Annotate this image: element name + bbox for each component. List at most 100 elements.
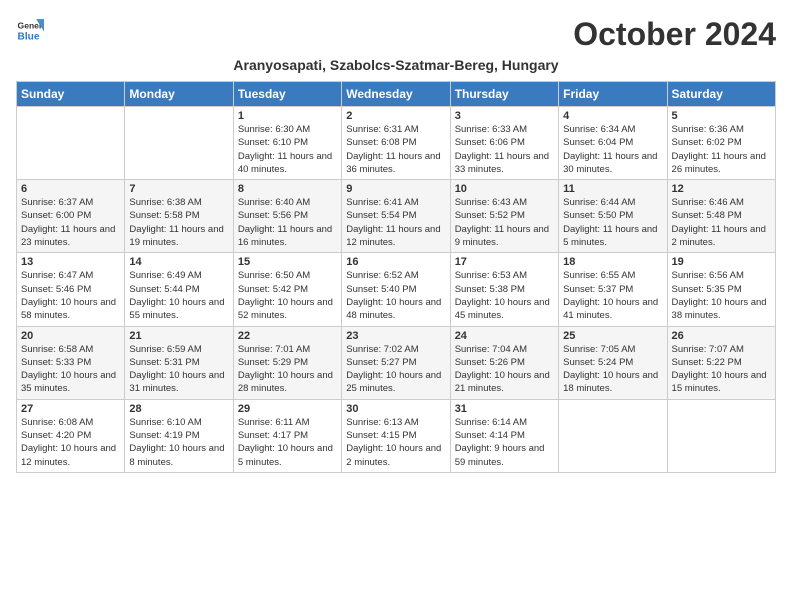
day-info: Sunrise: 7:01 AM Sunset: 5:29 PM Dayligh… — [238, 343, 337, 396]
weekday-header-sunday: Sunday — [17, 82, 125, 107]
day-number: 16 — [346, 256, 445, 268]
day-info: Sunrise: 6:47 AM Sunset: 5:46 PM Dayligh… — [21, 269, 120, 322]
day-info: Sunrise: 7:07 AM Sunset: 5:22 PM Dayligh… — [672, 343, 771, 396]
day-number: 1 — [238, 110, 337, 122]
day-info: Sunrise: 6:43 AM Sunset: 5:52 PM Dayligh… — [455, 196, 554, 249]
month-title: October 2024 — [573, 16, 776, 53]
weekday-header-friday: Friday — [559, 82, 667, 107]
day-info: Sunrise: 7:02 AM Sunset: 5:27 PM Dayligh… — [346, 343, 445, 396]
day-info: Sunrise: 6:33 AM Sunset: 6:06 PM Dayligh… — [455, 123, 554, 176]
day-info: Sunrise: 6:44 AM Sunset: 5:50 PM Dayligh… — [563, 196, 662, 249]
day-cell: 15Sunrise: 6:50 AM Sunset: 5:42 PM Dayli… — [233, 253, 341, 326]
day-number: 29 — [238, 403, 337, 415]
day-number: 26 — [672, 330, 771, 342]
week-row-4: 20Sunrise: 6:58 AM Sunset: 5:33 PM Dayli… — [17, 326, 776, 399]
day-number: 18 — [563, 256, 662, 268]
weekday-header-wednesday: Wednesday — [342, 82, 450, 107]
logo: General Blue — [16, 16, 44, 44]
day-cell: 14Sunrise: 6:49 AM Sunset: 5:44 PM Dayli… — [125, 253, 233, 326]
day-number: 4 — [563, 110, 662, 122]
day-number: 31 — [455, 403, 554, 415]
day-number: 30 — [346, 403, 445, 415]
day-info: Sunrise: 6:14 AM Sunset: 4:14 PM Dayligh… — [455, 416, 554, 469]
day-number: 6 — [21, 183, 120, 195]
week-row-5: 27Sunrise: 6:08 AM Sunset: 4:20 PM Dayli… — [17, 399, 776, 472]
calendar-table: SundayMondayTuesdayWednesdayThursdayFrid… — [16, 81, 776, 473]
day-info: Sunrise: 6:30 AM Sunset: 6:10 PM Dayligh… — [238, 123, 337, 176]
day-number: 27 — [21, 403, 120, 415]
weekday-header-saturday: Saturday — [667, 82, 775, 107]
day-cell: 21Sunrise: 6:59 AM Sunset: 5:31 PM Dayli… — [125, 326, 233, 399]
week-row-2: 6Sunrise: 6:37 AM Sunset: 6:00 PM Daylig… — [17, 180, 776, 253]
day-cell: 20Sunrise: 6:58 AM Sunset: 5:33 PM Dayli… — [17, 326, 125, 399]
day-cell: 10Sunrise: 6:43 AM Sunset: 5:52 PM Dayli… — [450, 180, 558, 253]
day-cell: 23Sunrise: 7:02 AM Sunset: 5:27 PM Dayli… — [342, 326, 450, 399]
day-cell: 13Sunrise: 6:47 AM Sunset: 5:46 PM Dayli… — [17, 253, 125, 326]
day-number: 19 — [672, 256, 771, 268]
day-number: 12 — [672, 183, 771, 195]
day-number: 3 — [455, 110, 554, 122]
day-cell — [17, 107, 125, 180]
day-cell: 18Sunrise: 6:55 AM Sunset: 5:37 PM Dayli… — [559, 253, 667, 326]
day-cell: 5Sunrise: 6:36 AM Sunset: 6:02 PM Daylig… — [667, 107, 775, 180]
day-cell: 16Sunrise: 6:52 AM Sunset: 5:40 PM Dayli… — [342, 253, 450, 326]
day-cell — [125, 107, 233, 180]
week-row-3: 13Sunrise: 6:47 AM Sunset: 5:46 PM Dayli… — [17, 253, 776, 326]
day-cell: 22Sunrise: 7:01 AM Sunset: 5:29 PM Dayli… — [233, 326, 341, 399]
day-info: Sunrise: 6:55 AM Sunset: 5:37 PM Dayligh… — [563, 269, 662, 322]
day-cell: 9Sunrise: 6:41 AM Sunset: 5:54 PM Daylig… — [342, 180, 450, 253]
day-cell: 27Sunrise: 6:08 AM Sunset: 4:20 PM Dayli… — [17, 399, 125, 472]
logo-icon: General Blue — [16, 16, 44, 44]
week-row-1: 1Sunrise: 6:30 AM Sunset: 6:10 PM Daylig… — [17, 107, 776, 180]
day-info: Sunrise: 6:52 AM Sunset: 5:40 PM Dayligh… — [346, 269, 445, 322]
day-info: Sunrise: 6:34 AM Sunset: 6:04 PM Dayligh… — [563, 123, 662, 176]
day-cell: 2Sunrise: 6:31 AM Sunset: 6:08 PM Daylig… — [342, 107, 450, 180]
day-info: Sunrise: 6:08 AM Sunset: 4:20 PM Dayligh… — [21, 416, 120, 469]
day-info: Sunrise: 6:37 AM Sunset: 6:00 PM Dayligh… — [21, 196, 120, 249]
day-cell: 31Sunrise: 6:14 AM Sunset: 4:14 PM Dayli… — [450, 399, 558, 472]
day-number: 11 — [563, 183, 662, 195]
day-info: Sunrise: 6:53 AM Sunset: 5:38 PM Dayligh… — [455, 269, 554, 322]
day-number: 22 — [238, 330, 337, 342]
day-cell: 7Sunrise: 6:38 AM Sunset: 5:58 PM Daylig… — [125, 180, 233, 253]
subtitle: Aranyosapati, Szabolcs-Szatmar-Bereg, Hu… — [16, 57, 776, 73]
day-number: 23 — [346, 330, 445, 342]
day-info: Sunrise: 6:13 AM Sunset: 4:15 PM Dayligh… — [346, 416, 445, 469]
day-info: Sunrise: 6:58 AM Sunset: 5:33 PM Dayligh… — [21, 343, 120, 396]
day-info: Sunrise: 6:38 AM Sunset: 5:58 PM Dayligh… — [129, 196, 228, 249]
day-cell: 19Sunrise: 6:56 AM Sunset: 5:35 PM Dayli… — [667, 253, 775, 326]
day-info: Sunrise: 7:05 AM Sunset: 5:24 PM Dayligh… — [563, 343, 662, 396]
day-number: 15 — [238, 256, 337, 268]
day-number: 21 — [129, 330, 228, 342]
day-cell: 11Sunrise: 6:44 AM Sunset: 5:50 PM Dayli… — [559, 180, 667, 253]
weekday-header-thursday: Thursday — [450, 82, 558, 107]
day-info: Sunrise: 6:41 AM Sunset: 5:54 PM Dayligh… — [346, 196, 445, 249]
day-number: 2 — [346, 110, 445, 122]
day-cell — [667, 399, 775, 472]
day-info: Sunrise: 6:36 AM Sunset: 6:02 PM Dayligh… — [672, 123, 771, 176]
day-number: 13 — [21, 256, 120, 268]
day-cell: 4Sunrise: 6:34 AM Sunset: 6:04 PM Daylig… — [559, 107, 667, 180]
weekday-header-tuesday: Tuesday — [233, 82, 341, 107]
weekday-header-row: SundayMondayTuesdayWednesdayThursdayFrid… — [17, 82, 776, 107]
day-info: Sunrise: 6:49 AM Sunset: 5:44 PM Dayligh… — [129, 269, 228, 322]
day-cell: 17Sunrise: 6:53 AM Sunset: 5:38 PM Dayli… — [450, 253, 558, 326]
day-number: 17 — [455, 256, 554, 268]
day-cell: 8Sunrise: 6:40 AM Sunset: 5:56 PM Daylig… — [233, 180, 341, 253]
day-cell: 25Sunrise: 7:05 AM Sunset: 5:24 PM Dayli… — [559, 326, 667, 399]
day-info: Sunrise: 6:50 AM Sunset: 5:42 PM Dayligh… — [238, 269, 337, 322]
day-cell: 3Sunrise: 6:33 AM Sunset: 6:06 PM Daylig… — [450, 107, 558, 180]
day-cell: 30Sunrise: 6:13 AM Sunset: 4:15 PM Dayli… — [342, 399, 450, 472]
day-number: 8 — [238, 183, 337, 195]
day-number: 14 — [129, 256, 228, 268]
header: General Blue October 2024 — [16, 16, 776, 53]
day-number: 9 — [346, 183, 445, 195]
day-info: Sunrise: 6:59 AM Sunset: 5:31 PM Dayligh… — [129, 343, 228, 396]
day-cell: 24Sunrise: 7:04 AM Sunset: 5:26 PM Dayli… — [450, 326, 558, 399]
svg-text:Blue: Blue — [18, 31, 40, 42]
day-info: Sunrise: 6:46 AM Sunset: 5:48 PM Dayligh… — [672, 196, 771, 249]
day-number: 24 — [455, 330, 554, 342]
day-number: 28 — [129, 403, 228, 415]
day-info: Sunrise: 6:40 AM Sunset: 5:56 PM Dayligh… — [238, 196, 337, 249]
day-cell — [559, 399, 667, 472]
